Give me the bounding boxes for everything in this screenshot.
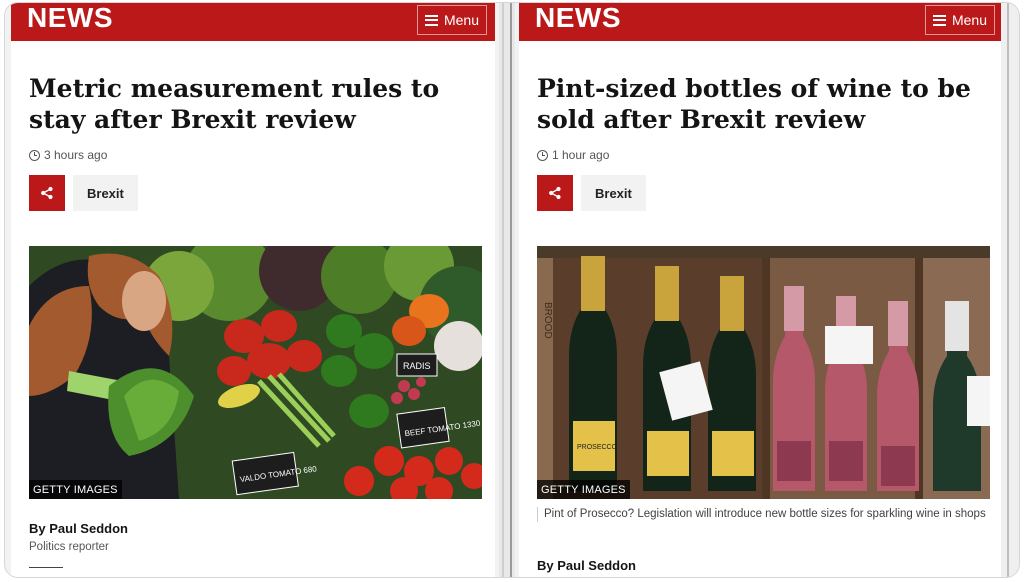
author-role: Politics reporter — [29, 541, 109, 553]
menu-button[interactable]: Menu — [925, 5, 995, 35]
share-button[interactable] — [29, 175, 65, 211]
news-logo[interactable]: NEWS — [27, 3, 113, 33]
left-article-panel: NEWS Menu Metric measurement rules to st… — [11, 3, 495, 577]
window-edge — [1001, 3, 1019, 577]
menu-label: Menu — [951, 12, 988, 28]
image-credit: GETTY IMAGES — [537, 480, 630, 499]
article-byline: By Paul Seddon — [29, 521, 128, 536]
hamburger-icon — [424, 14, 438, 26]
article-photo-market: RADIS BEEF TOMATO 1330 VALDO TOMATO 680 … — [29, 246, 482, 499]
panel-divider — [499, 3, 515, 577]
article-byline: By Paul Seddon — [537, 558, 636, 573]
timestamp-text: 3 hours ago — [44, 148, 108, 162]
right-article-panel: NEWS Menu Pint-sized bottles of wine to … — [519, 3, 1003, 577]
hamburger-icon — [932, 14, 946, 26]
menu-label: Menu — [443, 12, 480, 28]
tag-brexit-link[interactable]: Brexit — [581, 175, 646, 211]
article-headline: Metric measurement rules to stay after B… — [29, 74, 440, 134]
clock-icon — [29, 149, 40, 161]
news-header: NEWS Menu — [519, 3, 1003, 41]
timestamp-text: 1 hour ago — [552, 148, 610, 162]
svg-text:BROOD: BROOD — [542, 302, 553, 339]
article-timestamp: 1 hour ago — [537, 148, 609, 162]
article-photo-wine: BROOD PROSECCO GETTY IMAGES — [537, 246, 990, 499]
screenshot-frame: NEWS Menu Metric measurement rules to st… — [4, 2, 1020, 578]
image-caption: Pint of Prosecco? Legislation will intro… — [537, 507, 990, 522]
share-button[interactable] — [537, 175, 573, 211]
image-credit: GETTY IMAGES — [29, 480, 122, 499]
tag-brexit-link[interactable]: Brexit — [73, 175, 138, 211]
market-stall-image: RADIS BEEF TOMATO 1330 VALDO TOMATO 680 — [29, 246, 482, 499]
share-icon — [41, 186, 53, 200]
byline-divider — [29, 567, 63, 568]
wine-bottles-image: BROOD PROSECCO — [537, 246, 990, 499]
news-logo[interactable]: NEWS — [535, 3, 621, 33]
article-timestamp: 3 hours ago — [29, 148, 107, 162]
article-headline: Pint-sized bottles of wine to be sold af… — [537, 74, 971, 134]
svg-text:PROSECCO: PROSECCO — [577, 444, 618, 451]
news-header: NEWS Menu — [11, 3, 495, 41]
clock-icon — [537, 149, 548, 161]
menu-button[interactable]: Menu — [417, 5, 487, 35]
share-icon — [549, 186, 561, 200]
price-tag-radis: RADIS — [396, 353, 438, 377]
svg-text:RADIS: RADIS — [403, 361, 431, 371]
